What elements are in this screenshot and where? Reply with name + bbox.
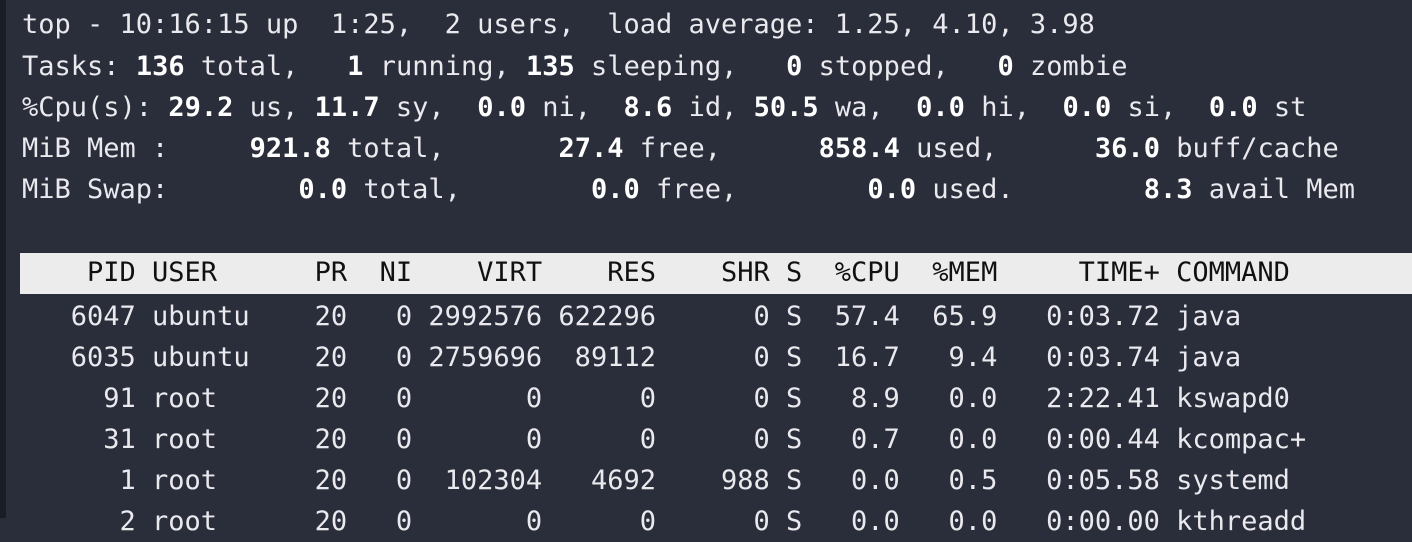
cpu-label: %Cpu(s): [22,92,153,123]
process-row: 91 root 20 0 0 0 0 S 8.9 0.0 2:22.41 ksw… [22,383,1290,414]
mem-used: 858.4 [818,133,900,164]
cpu-sy: 11.7 [314,92,380,123]
swap-label: MiB Swap: [22,174,169,205]
cpu-ni: 0.0 [477,92,526,123]
swap-line: MiB Swap: 0.0 total, 0.0 free, 0.0 used.… [22,174,1356,205]
tasks-zombie: 0 [997,51,1014,82]
mem-label: MiB Mem : [22,133,169,164]
tasks-zombie-suffix: zombie [1013,51,1128,82]
process-row: 1 root 20 0 102304 4692 988 S 0.0 0.5 0:… [22,465,1290,496]
tasks-running: 1 [347,51,364,82]
cpu-hi: 0.0 [916,92,965,123]
tasks-label: Tasks: [22,51,120,82]
mem-free: 27.4 [558,133,624,164]
mem-line: MiB Mem : 921.8 total, 27.4 free, 858.4 … [22,133,1339,164]
tasks-sleeping: 135 [526,51,575,82]
tasks-stopped: 0 [786,51,803,82]
swap-used: 0.0 [867,174,917,205]
process-row: 6035 ubuntu 20 0 2759696 89112 0 S 16.7 … [22,342,1242,373]
swap-avail-mem: 8.3 [1143,174,1193,205]
tasks-stopped-suffix: stopped, [802,51,949,82]
terminal-window[interactable]: top - 10:16:15 up 1:25, 2 users, load av… [0,0,1412,537]
tasks-total: 136 [135,51,185,82]
cpu-si: 0.0 [1062,92,1112,123]
cpu-id: 8.6 [623,92,673,123]
swap-total: 0.0 [298,174,348,205]
cpu-wa: 50.5 [753,92,819,123]
tasks-line: Tasks: 136 total, 1 running, 135 sleepin… [22,47,1128,87]
mem-buff-cache: 36.0 [1094,133,1160,164]
process-row: 31 root 20 0 0 0 0 S 0.7 0.0 0:00.44 kco… [22,424,1307,455]
tasks-running-suffix: running, [363,51,510,82]
process-row: 2 root 20 0 0 0 0 S 0.0 0.0 0:00.00 kthr… [22,506,1307,537]
process-row: 6047 ubuntu 20 0 2992576 622296 0 S 57.4… [22,301,1242,332]
uptime-line: top - 10:16:15 up 1:25, 2 users, load av… [22,9,1095,40]
swap-free: 0.0 [590,174,640,205]
mem-total: 921.8 [249,133,331,164]
tasks-sleeping-suffix: sleeping, [574,51,738,82]
column-headers: PID USER PR NI VIRT RES SHR S %CPU %MEM … [22,257,1290,288]
process-table-header: PID USER PR NI VIRT RES SHR S %CPU %MEM … [20,253,1412,294]
cpu-us: 29.2 [168,92,234,123]
window-edge [0,0,6,518]
tasks-total-suffix: total, [184,51,299,82]
cpu-st: 0.0 [1208,92,1258,123]
cpu-line: %Cpu(s): 29.2 us, 11.7 sy, 0.0 ni, 8.6 i… [22,92,1307,123]
